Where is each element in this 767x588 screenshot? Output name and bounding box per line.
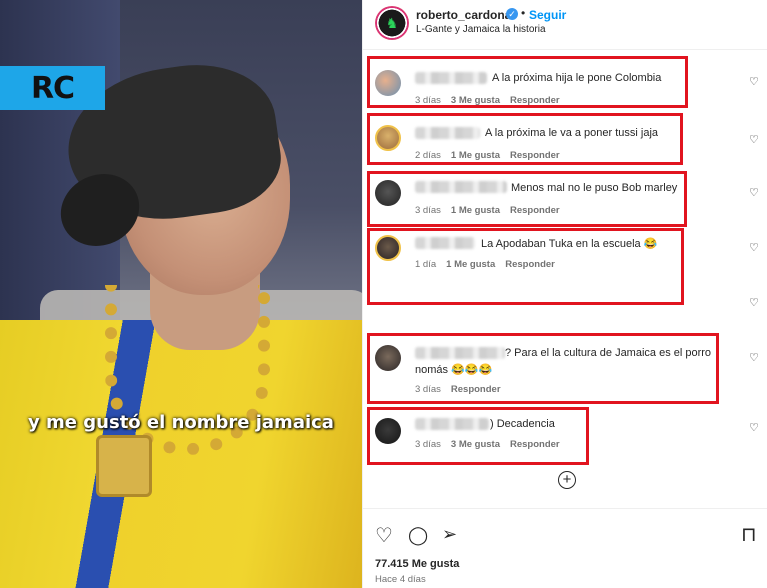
pendant <box>96 435 152 497</box>
highlight-box <box>367 56 688 108</box>
highlight-box <box>367 333 719 404</box>
avatar-figure-icon: ♞ <box>385 14 399 31</box>
post-panel: ♞ roberto_cardona ✓ • Seguir L-Gante y J… <box>362 0 767 588</box>
like-comment-heart-icon[interactable]: ♡ <box>749 75 759 88</box>
highlight-box <box>367 407 589 465</box>
username-link[interactable]: roberto_cardona <box>416 8 511 22</box>
verified-badge-icon: ✓ <box>506 8 518 20</box>
like-post-heart-icon[interactable]: ♡ <box>375 523 393 548</box>
post-actions-bar: ♡ ◯ ➢ ⊓ 77.415 Me gusta Hace 4 días <box>363 508 767 588</box>
like-comment-heart-icon[interactable]: ♡ <box>749 241 759 254</box>
comment-bubble-icon[interactable]: ◯ <box>408 525 428 546</box>
rc-logo-badge: RC <box>0 66 105 110</box>
save-bookmark-icon[interactable]: ⊓ <box>741 522 757 547</box>
highlight-box <box>367 228 684 305</box>
post-likes-count[interactable]: 77.415 Me gusta <box>375 558 459 570</box>
highlight-box <box>367 171 687 227</box>
video-frame[interactable]: RC y me gustó el nombre jamaica <box>0 0 362 588</box>
like-comment-heart-icon[interactable]: ♡ <box>749 351 759 364</box>
highlight-box <box>367 113 683 165</box>
like-comment-heart-icon[interactable]: ♡ <box>749 133 759 146</box>
video-caption: y me gustó el nombre jamaica <box>28 412 334 433</box>
share-send-icon[interactable]: ➢ <box>442 524 457 545</box>
load-more-comments-plus-icon[interactable]: + <box>558 471 576 489</box>
follow-button[interactable]: Seguir <box>529 8 566 22</box>
post-header: ♞ roberto_cardona ✓ • Seguir L-Gante y J… <box>363 0 767 50</box>
post-subtitle: L-Gante y Jamaica la historia <box>416 24 546 35</box>
like-comment-heart-icon[interactable]: ♡ <box>749 296 759 309</box>
profile-avatar[interactable]: ♞ <box>375 6 409 40</box>
like-comment-heart-icon[interactable]: ♡ <box>749 421 759 434</box>
separator-dot: • <box>521 6 526 20</box>
post-timestamp: Hace 4 días <box>375 574 426 585</box>
like-comment-heart-icon[interactable]: ♡ <box>749 186 759 199</box>
